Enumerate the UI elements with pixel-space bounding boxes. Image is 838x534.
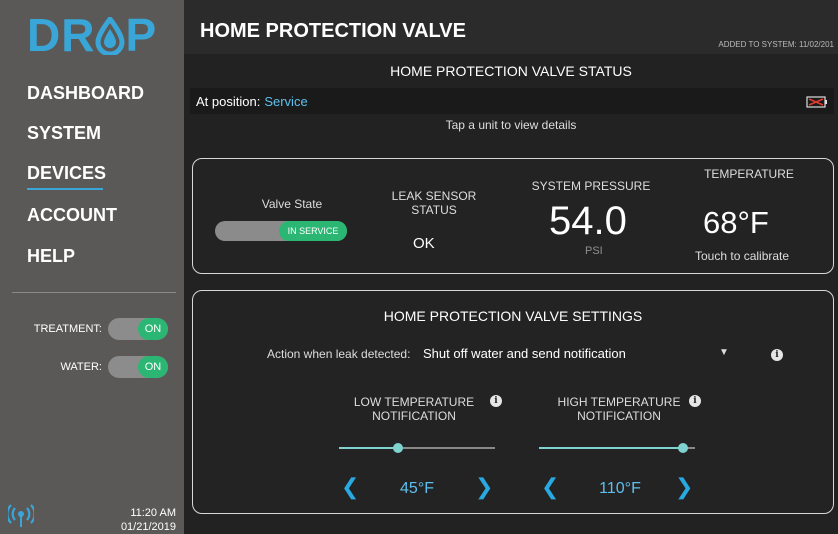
treatment-toggle[interactable]: ON — [108, 318, 168, 340]
valve-state-toggle[interactable]: IN SERVICE — [215, 221, 347, 241]
chevron-right-icon[interactable]: ❯ — [475, 475, 493, 500]
drop-logo: DR P — [27, 12, 157, 58]
leak-sensor-label-line2: STATUS — [411, 203, 457, 217]
caret-down-icon[interactable]: ▼ — [719, 347, 729, 358]
high-temp-label-line2: NOTIFICATION — [577, 409, 661, 423]
pressure-value: 54.0 — [549, 199, 627, 243]
info-icon[interactable]: i — [771, 349, 783, 361]
position-bar[interactable]: At position: Service — [190, 88, 834, 114]
clock-time: 11:20 AM — [130, 507, 176, 519]
status-title: HOME PROTECTION VALVE STATUS — [390, 63, 632, 79]
nav-help[interactable]: HELP — [27, 246, 75, 267]
temperature-value[interactable]: 68°F — [703, 205, 769, 241]
nav-dashboard[interactable]: DASHBOARD — [27, 83, 144, 104]
pressure-label: SYSTEM PRESSURE — [531, 179, 651, 193]
nav-system[interactable]: SYSTEM — [27, 123, 101, 144]
main-content: HOME PROTECTION VALVE STATUS At position… — [184, 54, 838, 534]
sidebar: DR P DASHBOARD SYSTEM DEVICES ACCOUNT HEL… — [0, 0, 184, 534]
treatment-toggle-state: ON — [138, 318, 168, 340]
info-icon[interactable]: i — [689, 395, 701, 407]
temperature-label: TEMPERATURE — [704, 167, 794, 181]
leak-sensor-label-line1: LEAK SENSOR — [391, 189, 477, 203]
settings-title: HOME PROTECTION VALVE SETTINGS — [383, 308, 643, 324]
low-temp-label: LOW TEMPERATURE NOTIFICATION — [349, 395, 479, 423]
nav-devices[interactable]: DEVICES — [27, 163, 106, 190]
page-title: HOME PROTECTION VALVE — [200, 20, 466, 42]
position-label: At position: Service — [196, 94, 308, 109]
pressure-unit: PSI — [585, 245, 603, 257]
high-temp-slider-thumb[interactable] — [678, 443, 688, 453]
tap-hint: Tap a unit to view details — [445, 118, 577, 132]
settings-panel: HOME PROTECTION VALVE SETTINGS Action wh… — [192, 290, 834, 514]
nav-account[interactable]: ACCOUNT — [27, 205, 117, 226]
battery-empty-icon — [806, 95, 828, 108]
treatment-toggle-row: TREATMENT: ON — [34, 318, 168, 340]
low-temp-slider-fill — [339, 447, 398, 449]
low-temp-slider[interactable] — [339, 443, 495, 453]
leak-action-label: Action when leak detected: — [267, 347, 411, 361]
leak-sensor-label: LEAK SENSOR STATUS — [379, 189, 489, 217]
calibrate-hint[interactable]: Touch to calibrate — [695, 249, 789, 263]
valve-state-label: Valve State — [261, 197, 323, 211]
low-temp-slider-thumb[interactable] — [393, 443, 403, 453]
low-temp-value: 45°F — [400, 480, 434, 497]
low-temp-label-line2: NOTIFICATION — [372, 409, 456, 423]
logo-text-right: P — [125, 9, 158, 61]
water-toggle-state: ON — [138, 356, 168, 378]
treatment-label: TREATMENT: — [33, 323, 102, 335]
water-drop-icon — [95, 14, 125, 57]
added-to-system: ADDED TO SYSTEM: 11/02/201 — [718, 40, 834, 49]
info-icon[interactable]: i — [490, 395, 502, 407]
header: HOME PROTECTION VALVE ADDED TO SYSTEM: 1… — [184, 0, 838, 54]
chevron-right-icon[interactable]: ❯ — [675, 475, 693, 500]
clock-date: 01/21/2019 — [120, 521, 176, 533]
valve-state-value: IN SERVICE — [279, 221, 347, 241]
position-label-text: At position: — [196, 94, 261, 109]
high-temp-slider[interactable] — [539, 443, 695, 453]
clock: 11:20 AM 01/21/2019 — [121, 506, 176, 534]
chevron-left-icon[interactable]: ❮ — [541, 475, 559, 500]
high-temp-label-line1: HIGH TEMPERATURE — [557, 395, 681, 409]
signal-icon[interactable] — [6, 504, 36, 528]
logo-text-left: DR — [27, 9, 96, 61]
high-temp-value: 110°F — [599, 480, 641, 497]
high-temp-label: HIGH TEMPERATURE NOTIFICATION — [549, 395, 689, 423]
position-value: Service — [264, 94, 308, 109]
leak-sensor-status: OK — [413, 235, 435, 252]
water-toggle[interactable]: ON — [108, 356, 168, 378]
leak-action-select[interactable]: Shut off water and send notification — [423, 346, 626, 361]
water-label: WATER: — [60, 361, 102, 373]
low-temp-label-line1: LOW TEMPERATURE — [353, 395, 475, 409]
sidebar-divider — [12, 292, 176, 293]
water-toggle-row: WATER: ON — [60, 356, 168, 378]
chevron-left-icon[interactable]: ❮ — [341, 475, 359, 500]
high-temp-slider-fill — [539, 447, 683, 449]
status-panel[interactable]: Valve State IN SERVICE LEAK SENSOR STATU… — [192, 158, 834, 274]
